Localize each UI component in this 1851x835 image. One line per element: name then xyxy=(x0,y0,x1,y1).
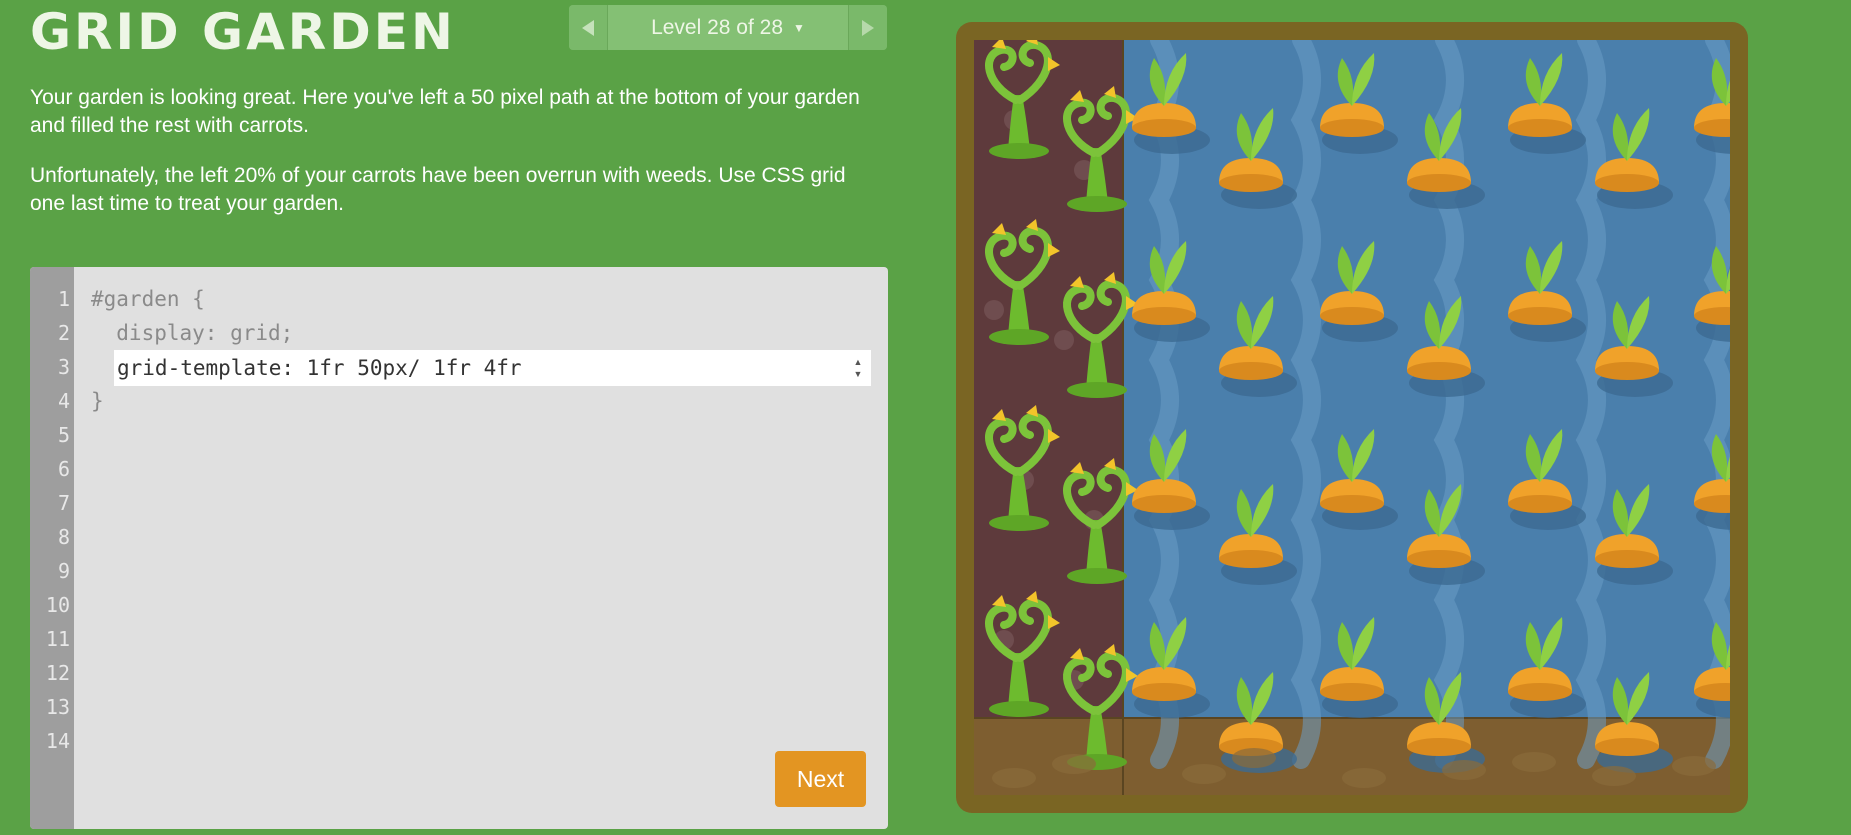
level-navigation: Level 28 of 28 ▼ xyxy=(569,5,887,50)
path-stone xyxy=(992,768,1036,788)
instructions-paragraph-2: Unfortunately, the left 20% of your carr… xyxy=(30,164,846,215)
triangle-left-icon xyxy=(582,19,594,36)
instructions: Your garden is looking great. Here you'v… xyxy=(30,84,880,240)
path-stone xyxy=(1342,768,1386,788)
instructions-paragraph-1: Your garden is looking great. Here you'v… xyxy=(30,86,860,137)
code-line-2: display: grid; xyxy=(91,321,294,345)
line-number: 4 xyxy=(57,389,70,413)
code-line-4: } xyxy=(91,389,104,413)
line-number: 10 xyxy=(45,593,70,617)
garden xyxy=(974,40,1730,795)
line-number: 14 xyxy=(45,729,70,753)
code-line-1: #garden { xyxy=(91,287,205,311)
line-number: 2 xyxy=(57,321,70,345)
path-stone xyxy=(1672,756,1716,776)
css-input[interactable] xyxy=(114,350,871,386)
line-number: 6 xyxy=(57,457,70,481)
path-stone xyxy=(1182,764,1226,784)
line-number: 8 xyxy=(57,525,70,549)
garden-frame xyxy=(956,22,1748,813)
next-button[interactable]: Next xyxy=(775,751,866,807)
level-indicator[interactable]: Level 28 of 28 ▼ xyxy=(608,5,848,50)
level-label: Level 28 of 28 xyxy=(651,15,784,39)
line-number: 9 xyxy=(57,559,70,583)
line-number: 3 xyxy=(57,355,70,379)
next-level-button[interactable] xyxy=(848,5,887,50)
line-number: 11 xyxy=(45,627,70,651)
path-stone xyxy=(1592,766,1636,786)
line-number: 1 xyxy=(57,287,70,311)
path-stone xyxy=(1442,760,1486,780)
triangle-right-icon xyxy=(862,19,874,36)
spinner-up-icon: ▲ xyxy=(853,357,863,367)
line-number: 7 xyxy=(57,491,70,515)
line-number: 13 xyxy=(45,695,70,719)
weed-bubble xyxy=(1054,330,1074,350)
path-stone xyxy=(1232,748,1276,768)
page-title: GRID GARDEN xyxy=(30,3,456,61)
input-spinner[interactable]: ▲ ▼ xyxy=(848,352,868,384)
css-editor: 1 2 3 4 5 6 7 8 9 10 11 12 13 14 #garden { display: g… xyxy=(30,267,888,829)
path-stone xyxy=(1052,754,1096,774)
garden-illustration xyxy=(974,40,1730,795)
line-number: 12 xyxy=(45,661,70,685)
path-stone xyxy=(1512,752,1556,772)
previous-level-button[interactable] xyxy=(569,5,608,50)
line-number: 5 xyxy=(57,423,70,447)
weed-bubble xyxy=(984,300,1004,320)
caret-down-icon: ▼ xyxy=(793,20,805,35)
spinner-down-icon: ▼ xyxy=(853,369,863,379)
